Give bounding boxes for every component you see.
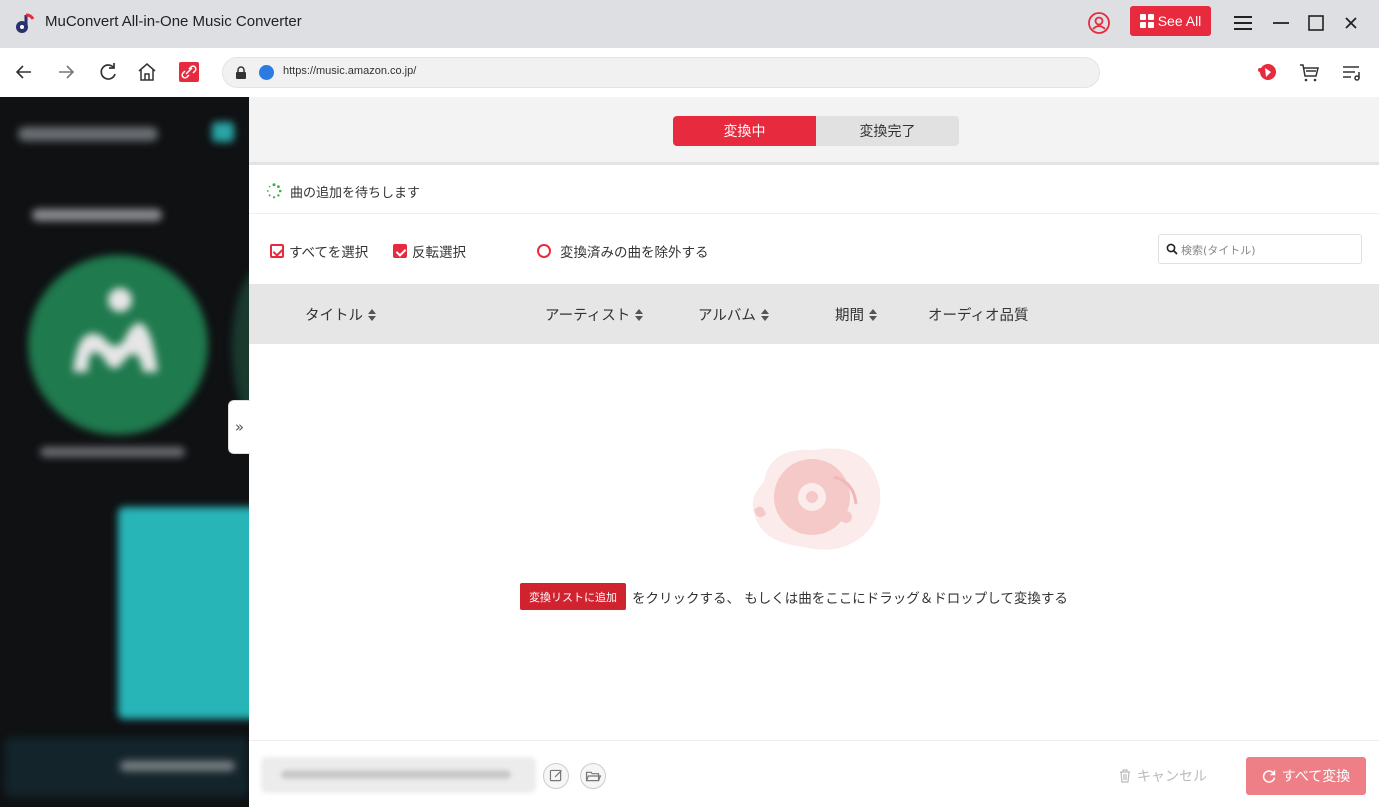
maximize-icon[interactable] [1303, 10, 1329, 36]
user-account-icon[interactable] [1087, 11, 1111, 35]
column-duration-label: 期間 [835, 308, 864, 324]
convert-all-label: すべて変換 [1281, 769, 1351, 785]
tab-converting[interactable]: 変換中 [673, 116, 816, 146]
sort-icon [869, 308, 877, 321]
trash-icon [1120, 769, 1130, 783]
sort-icon [760, 308, 769, 321]
home-icon[interactable] [135, 60, 159, 84]
link-share-icon[interactable] [177, 60, 201, 84]
minimize-icon[interactable] [1268, 10, 1294, 36]
footer-bar: キャンセル すべて変換 [249, 740, 1379, 807]
grid-icon [1139, 14, 1154, 28]
see-all-label: See All [1157, 13, 1202, 29]
feedback-icon[interactable] [1256, 60, 1280, 84]
column-artist-label: アーティスト [545, 308, 631, 324]
forward-icon[interactable] [54, 60, 78, 84]
app-logo-icon [16, 13, 35, 33]
back-icon[interactable] [12, 60, 36, 84]
menu-icon[interactable] [1230, 10, 1256, 36]
table-header: タイトル アーティスト アルバム 期間 オーディオ品質 [249, 284, 1379, 344]
cancel-button[interactable]: キャンセル [1119, 766, 1207, 786]
browser-nav-bar: https://music.amazon.co.jp/ [0, 48, 1379, 97]
app-title: MuConvert All-in-One Music Converter [45, 13, 302, 30]
column-album-label: アルバム [698, 308, 756, 324]
address-url: https://music.amazon.co.jp/ [283, 65, 417, 77]
select-all-label: すべてを選択 [289, 245, 369, 261]
radio-icon [537, 244, 551, 258]
tab-converted[interactable]: 変換完了 [816, 116, 959, 146]
embedded-web-player-sidebar[interactable] [0, 97, 249, 807]
close-icon[interactable] [1338, 10, 1364, 36]
column-title[interactable]: タイトル [305, 304, 376, 325]
column-artist[interactable]: アーティスト [545, 304, 644, 325]
output-path-field[interactable] [261, 757, 536, 793]
list-toolbar: すべてを選択 反転選択 変換済みの曲を除外する [249, 222, 1379, 282]
checkbox-checked-icon [393, 244, 407, 258]
column-album[interactable]: アルバム [698, 304, 769, 325]
empty-disc-illustration-icon [752, 448, 881, 550]
exclude-converted-radio[interactable]: 変換済みの曲を除外する [537, 241, 709, 261]
convert-all-button[interactable]: すべて変換 [1246, 757, 1366, 795]
status-text: 曲の追加を待ちします [290, 186, 421, 201]
converter-panel: 変換中 変換完了 曲の追加を待ちします すべてを選択 反転選択 変換済みの曲を除… [249, 97, 1379, 807]
column-title-label: タイトル [305, 308, 363, 324]
column-audio-quality: オーディオ品質 [928, 304, 1028, 325]
add-to-list-button[interactable]: 変換リストに追加 [520, 583, 626, 610]
invert-selection-checkbox[interactable]: 反転選択 [393, 241, 466, 261]
empty-state-text: をクリックする、 もしくは曲をここにドラッグ＆ドロップして変換する [632, 590, 1068, 607]
address-bar[interactable]: https://music.amazon.co.jp/ [222, 57, 1100, 88]
exclude-converted-label: 変換済みの曲を除外する [560, 245, 709, 261]
loading-spinner-icon [266, 183, 282, 199]
checkbox-icon [270, 244, 284, 258]
cancel-label: キャンセル [1137, 769, 1207, 785]
open-folder-icon[interactable] [580, 763, 606, 789]
expand-sidebar-button[interactable]: » [228, 400, 250, 454]
lock-icon [236, 66, 246, 79]
search-icon [1166, 243, 1178, 255]
select-all-checkbox[interactable]: すべてを選択 [270, 241, 368, 261]
refresh-icon [1262, 770, 1276, 783]
column-audio-quality-label: オーディオ品質 [928, 308, 1029, 324]
column-duration[interactable]: 期間 [835, 304, 877, 325]
edit-output-icon[interactable] [543, 763, 569, 789]
title-bar: MuConvert All-in-One Music Converter See… [0, 0, 1379, 48]
sort-icon [635, 308, 644, 321]
tabs-bar: 変換中 変換完了 [249, 97, 1379, 165]
search-box[interactable] [1158, 234, 1362, 264]
empty-state-hint: 変換リストに追加 をクリックする、 もしくは曲をここにドラッグ＆ドロップして変換… [520, 583, 1068, 610]
cart-icon[interactable] [1297, 60, 1321, 84]
invert-selection-label: 反転選択 [412, 245, 466, 261]
artist-avatar-image [73, 288, 158, 372]
reload-icon[interactable] [96, 60, 120, 84]
playlist-icon[interactable] [1339, 60, 1363, 84]
status-bar: 曲の追加を待ちします [249, 168, 1379, 214]
sort-icon [368, 308, 376, 321]
site-globe-icon [259, 65, 274, 80]
search-input[interactable] [1181, 240, 1356, 260]
see-all-button[interactable]: See All [1130, 6, 1211, 36]
